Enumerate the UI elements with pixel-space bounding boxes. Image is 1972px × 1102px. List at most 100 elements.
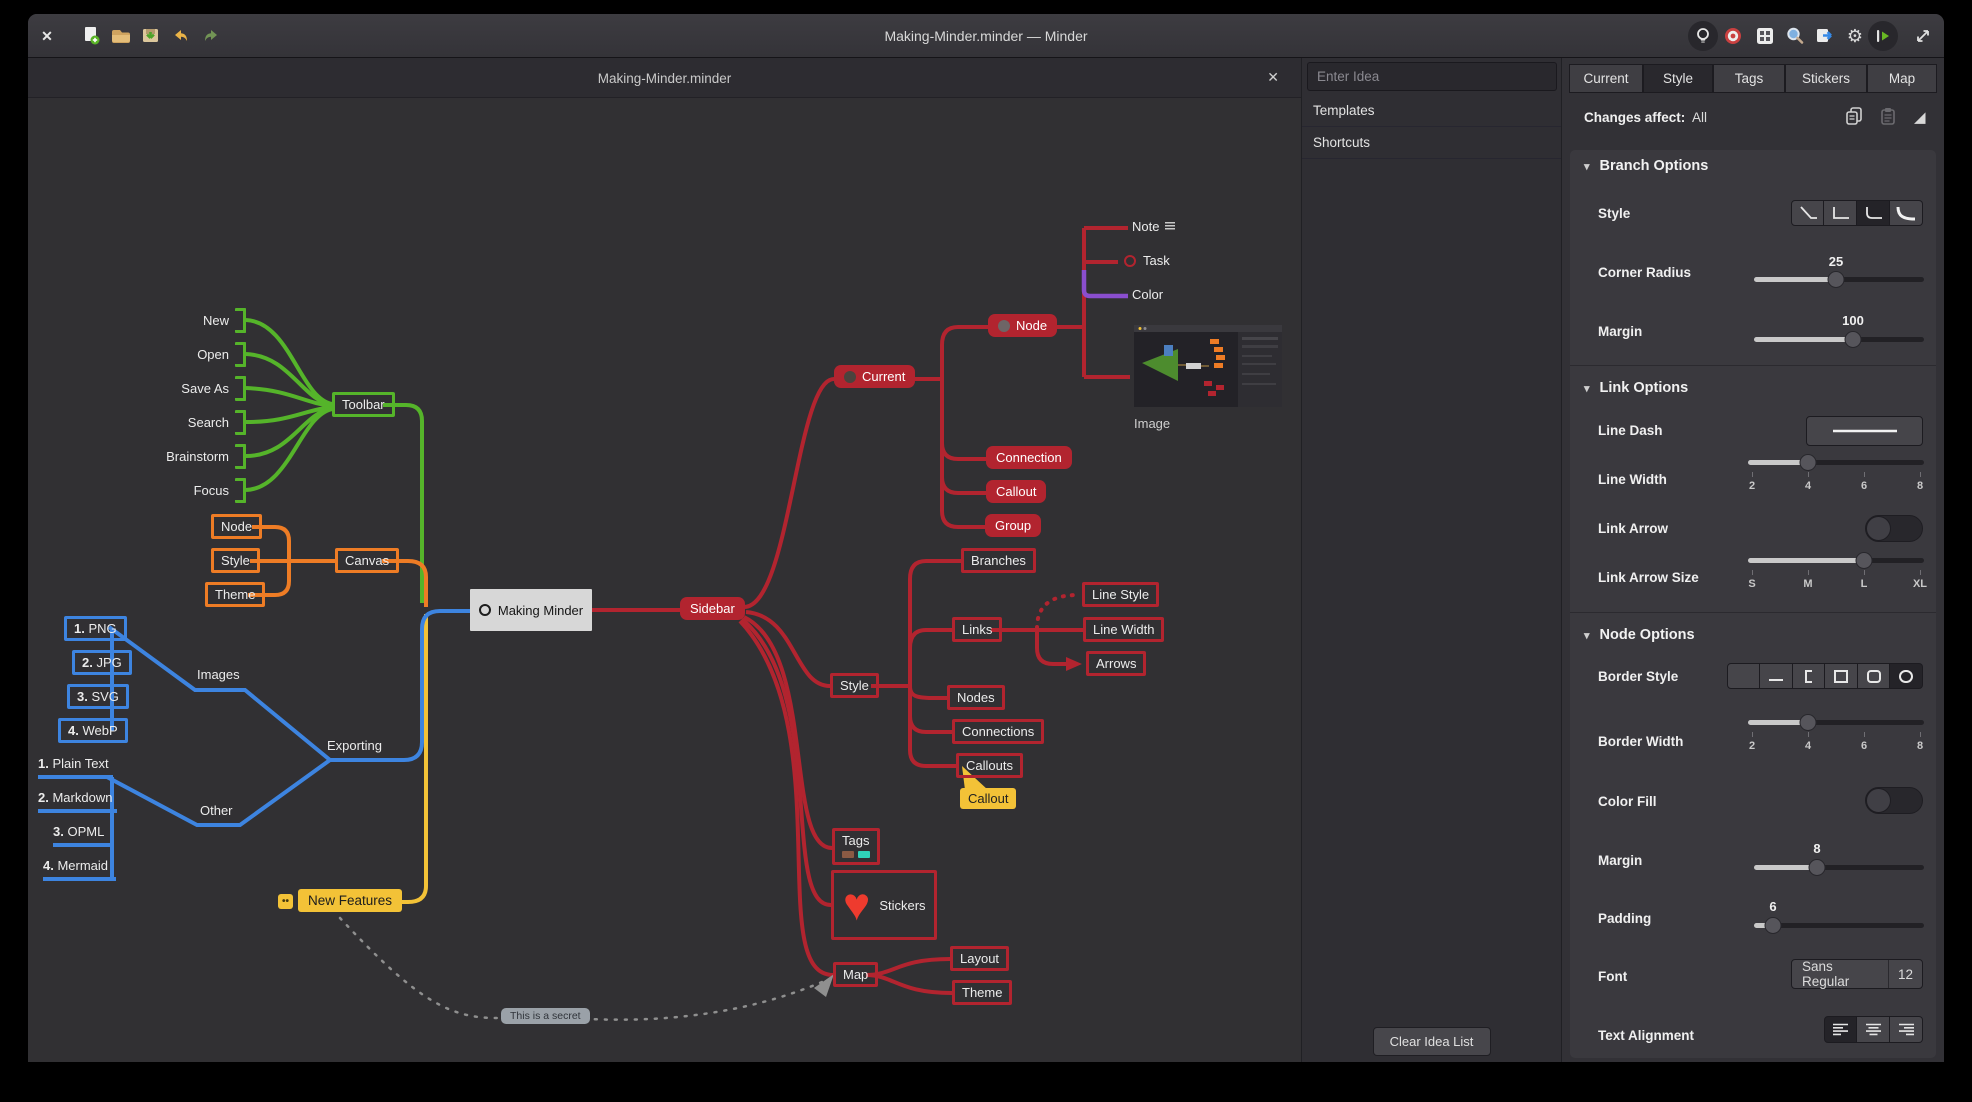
node-exporting[interactable]: Exporting <box>327 738 382 753</box>
window-close-icon[interactable]: ✕ <box>36 25 58 47</box>
save-icon[interactable] <box>140 25 162 47</box>
focus-target-icon[interactable] <box>1722 25 1744 47</box>
node-line-style[interactable]: Line Style <box>1082 582 1159 607</box>
sidebar-item-templates[interactable]: Templates <box>1302 95 1561 127</box>
node-png[interactable]: 1. PNG <box>64 616 127 641</box>
node-links[interactable]: Links <box>952 617 1002 642</box>
node-color[interactable]: Color <box>1132 287 1163 302</box>
node-markdown[interactable]: 2. Markdown <box>38 790 112 805</box>
export-icon[interactable] <box>1814 25 1836 47</box>
node-connection[interactable]: Connection <box>986 446 1072 469</box>
hint-lightbulb-icon[interactable] <box>1688 21 1718 51</box>
node-open[interactable]: Open <box>197 342 246 367</box>
redo-icon[interactable] <box>200 25 222 47</box>
tab-stickers[interactable]: Stickers <box>1785 64 1867 93</box>
node-connections[interactable]: Connections <box>952 719 1044 744</box>
node-plain-text[interactable]: 1. Plain Text <box>38 756 109 771</box>
node-tags[interactable]: Tags <box>832 828 880 865</box>
node-mermaid[interactable]: 4. Mermaid <box>43 858 108 873</box>
slider-knob[interactable] <box>1764 917 1781 934</box>
section-branch-options[interactable]: ▾ Branch Options <box>1584 158 1708 174</box>
node-group[interactable]: Group <box>985 514 1041 537</box>
node-toolbar[interactable]: Toolbar <box>332 392 395 417</box>
node-search[interactable]: Search <box>188 410 246 435</box>
slider-knob[interactable] <box>1799 454 1816 471</box>
node-map[interactable]: Map <box>833 962 878 987</box>
border-width-slider[interactable] <box>1748 720 1924 725</box>
border-style-pill-button[interactable] <box>1890 663 1923 689</box>
align-center-button[interactable] <box>1857 1016 1890 1043</box>
node-callout[interactable]: Callout <box>986 480 1046 503</box>
node-new-features[interactable]: New Features <box>298 889 402 912</box>
document-close-icon[interactable]: ✕ <box>1267 69 1279 86</box>
color-fill-toggle[interactable] <box>1865 787 1923 814</box>
callout-bubble[interactable]: Callout <box>960 788 1016 809</box>
node-save-as[interactable]: Save As <box>181 376 246 401</box>
link-arrow-size-slider[interactable] <box>1748 558 1924 563</box>
slider-knob[interactable] <box>1808 859 1825 876</box>
search-icon[interactable] <box>1784 25 1806 47</box>
padding-slider[interactable] <box>1754 923 1924 928</box>
node-jpg[interactable]: 2. JPG <box>72 650 132 675</box>
node-focus[interactable]: Focus <box>194 478 246 503</box>
branch-style-rounded-button[interactable] <box>1857 200 1890 226</box>
branch-style-squared-button[interactable] <box>1824 200 1857 226</box>
line-dash-select[interactable] <box>1806 416 1923 446</box>
border-style-bracket-button[interactable] <box>1793 663 1825 689</box>
node-sidebar[interactable]: Sidebar <box>680 597 745 620</box>
node-current[interactable]: Current <box>834 365 915 388</box>
slider-knob[interactable] <box>1827 271 1844 288</box>
node-style[interactable]: Style <box>830 673 879 698</box>
branch-style-curved-button[interactable] <box>1890 200 1923 226</box>
tab-map[interactable]: Map <box>1867 64 1937 93</box>
node-new[interactable]: New <box>203 308 246 333</box>
border-style-square-button[interactable] <box>1825 663 1858 689</box>
align-left-button[interactable] <box>1824 1016 1857 1043</box>
section-node-options[interactable]: ▾ Node Options <box>1584 627 1695 643</box>
node-callouts[interactable]: Callouts <box>956 753 1023 778</box>
sidebar-toggle-icon[interactable] <box>1868 21 1898 51</box>
paste-style-icon[interactable] <box>1878 106 1898 131</box>
clear-idea-list-button[interactable]: Clear Idea List <box>1373 1027 1491 1056</box>
section-link-options[interactable]: ▾ Link Options <box>1584 380 1688 396</box>
tab-style[interactable]: Style <box>1643 64 1713 93</box>
settings-gear-icon[interactable]: ⚙ <box>1844 25 1866 47</box>
fullscreen-icon[interactable] <box>1912 25 1934 47</box>
changes-affect-value[interactable]: All <box>1692 110 1707 125</box>
node-stickers[interactable]: ♥ Stickers <box>831 870 937 940</box>
branch-style-straight-button[interactable] <box>1791 200 1824 226</box>
node-nodes[interactable]: Nodes <box>947 685 1005 710</box>
node-note[interactable]: Note <box>1132 219 1175 234</box>
node-webp[interactable]: 4. WebP <box>58 718 128 743</box>
border-style-rounded-button[interactable] <box>1858 663 1890 689</box>
mindmap-canvas[interactable]: Making Minder Sidebar Current Node Conne… <box>28 98 1302 1062</box>
node-brainstorm[interactable]: Brainstorm <box>166 444 246 469</box>
copy-style-icon[interactable] <box>1844 106 1864 131</box>
node-image-thumbnail[interactable] <box>1134 325 1282 410</box>
node-root[interactable]: Making Minder <box>470 589 592 631</box>
slider-knob[interactable] <box>1856 552 1873 569</box>
node-canvas[interactable]: Canvas <box>335 548 399 573</box>
node-opml[interactable]: 3. OPML <box>53 824 104 839</box>
line-width-slider[interactable] <box>1748 460 1924 465</box>
apply-gradient-icon[interactable]: ◢ <box>1914 108 1926 126</box>
new-document-icon[interactable] <box>80 25 102 47</box>
node-arrows[interactable]: Arrows <box>1086 651 1146 676</box>
node-margin-slider[interactable] <box>1754 865 1924 870</box>
undo-icon[interactable] <box>170 25 192 47</box>
node-other[interactable]: Other <box>200 803 233 818</box>
node-branches[interactable]: Branches <box>961 548 1036 573</box>
grid-board-icon[interactable] <box>1754 25 1776 47</box>
node-node[interactable]: Node <box>988 314 1057 337</box>
node-canvas-theme[interactable]: Theme <box>205 582 265 607</box>
font-select[interactable]: Sans Regular 12 <box>1791 959 1923 989</box>
node-canvas-node[interactable]: Node <box>211 514 262 539</box>
align-right-button[interactable] <box>1890 1016 1923 1043</box>
tab-tags[interactable]: Tags <box>1713 64 1785 93</box>
corner-radius-slider[interactable] <box>1754 277 1924 282</box>
node-theme[interactable]: Theme <box>952 980 1012 1005</box>
open-folder-icon[interactable] <box>110 25 132 47</box>
branch-margin-slider[interactable] <box>1754 337 1924 342</box>
slider-knob[interactable] <box>1799 714 1816 731</box>
node-layout[interactable]: Layout <box>950 946 1009 971</box>
